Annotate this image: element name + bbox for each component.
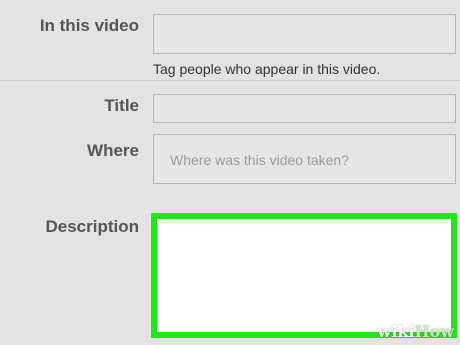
tag-people-input[interactable]: [153, 14, 456, 54]
description-label: Description: [45, 217, 139, 236]
section-divider: [0, 80, 460, 81]
where-input[interactable]: Where was this video taken?: [153, 134, 456, 184]
where-placeholder: Where was this video taken?: [170, 152, 349, 168]
title-label: Title: [104, 96, 139, 115]
tag-people-hint: Tag people who appear in this video.: [153, 61, 381, 77]
watermark-wiki: wiki: [377, 322, 415, 341]
in-this-video-label: In this video: [39, 16, 139, 35]
where-label: Where: [87, 141, 139, 160]
description-textarea[interactable]: [151, 213, 457, 338]
title-input[interactable]: [153, 94, 456, 123]
watermark-how: How: [414, 322, 454, 341]
wikihow-watermark: wikiHow: [377, 322, 454, 341]
